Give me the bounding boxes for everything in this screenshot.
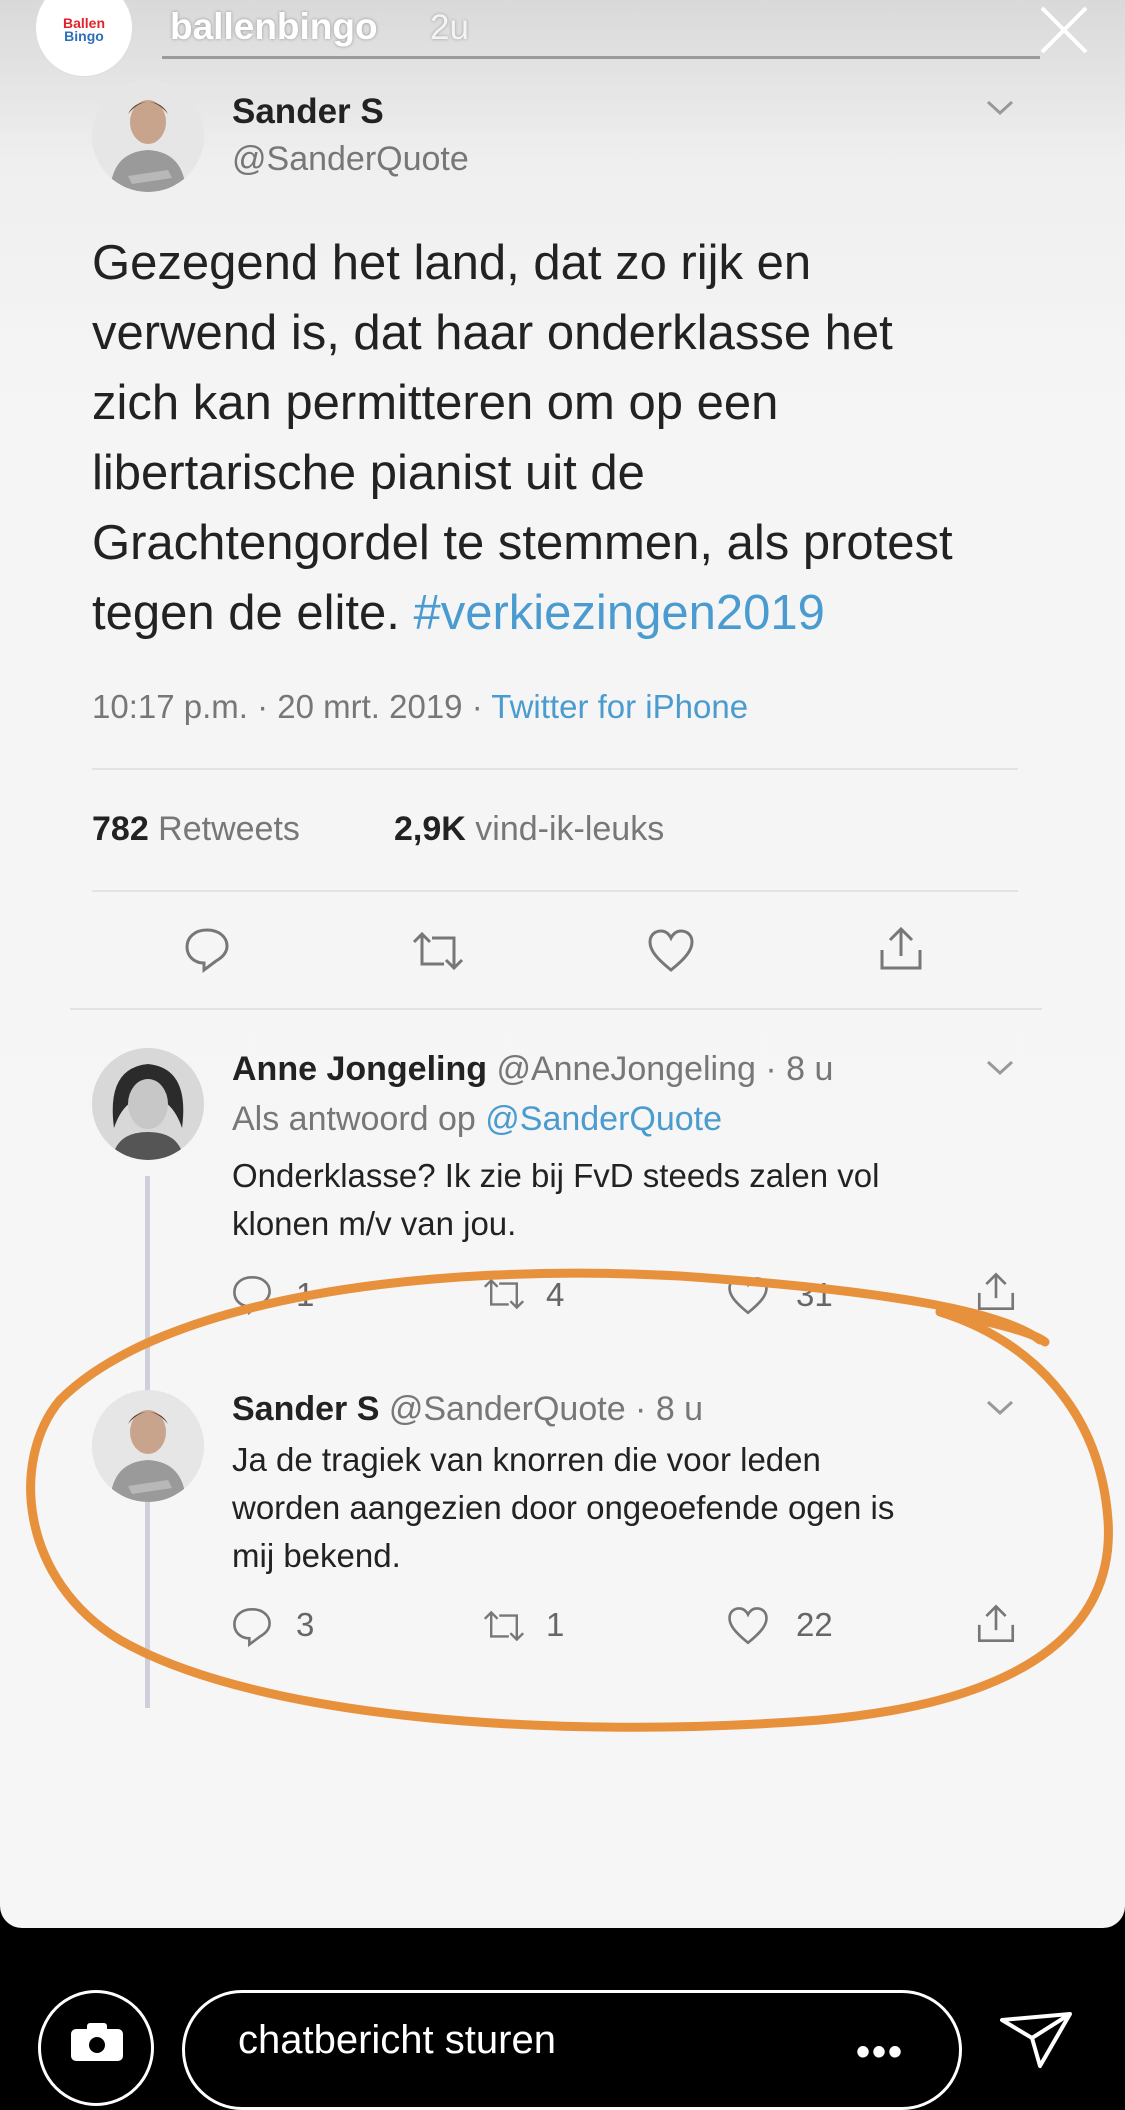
annotation-circle bbox=[26, 1268, 1113, 1732]
camera-icon bbox=[71, 2023, 123, 2061]
message-placeholder: chatbericht sturen bbox=[238, 2018, 556, 2062]
story-card: Ballen Bingo ballenbingo 2u Sander S @Sa… bbox=[0, 0, 1125, 1928]
camera-button[interactable] bbox=[38, 1990, 154, 2106]
more-options-button[interactable]: ••• bbox=[856, 2030, 904, 2075]
send-icon[interactable] bbox=[996, 2010, 1076, 2070]
